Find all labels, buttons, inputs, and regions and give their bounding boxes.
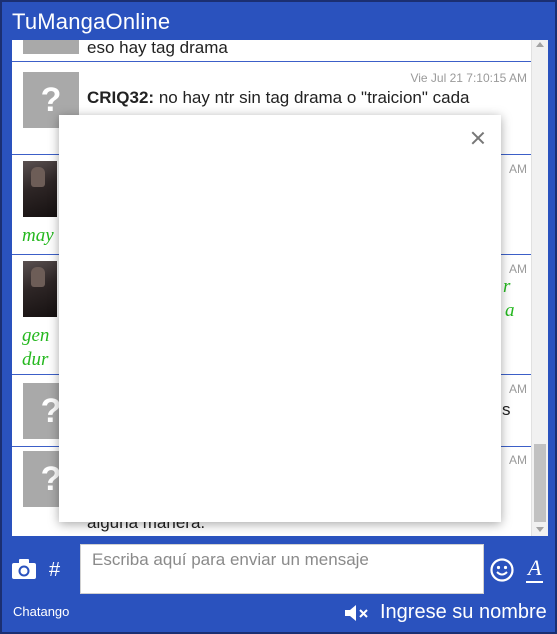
login-link[interactable]: Ingrese su nombre xyxy=(380,601,547,624)
message-author-cont: dur xyxy=(22,349,49,370)
scroll-down-arrow-icon[interactable] xyxy=(536,527,544,532)
message-text-fragment: a xyxy=(505,300,515,321)
scroll-up-arrow-icon[interactable] xyxy=(536,42,544,47)
smiley-icon[interactable] xyxy=(490,558,514,582)
message-text-fragment: r xyxy=(503,276,511,297)
message-input[interactable] xyxy=(81,545,483,593)
scroll-thumb[interactable] xyxy=(534,444,546,522)
message-input-box[interactable] xyxy=(80,544,484,594)
message-author[interactable]: gen xyxy=(22,325,49,347)
default-avatar[interactable] xyxy=(23,40,79,54)
modal-dialog xyxy=(59,115,501,522)
message-author[interactable]: may xyxy=(22,225,54,247)
app-title: TuMangaOnline xyxy=(12,9,171,34)
message-item: eso hay tag drama xyxy=(12,40,531,62)
message-timestamp: AM xyxy=(509,453,527,467)
message-text-fragment: s xyxy=(502,400,511,419)
message-timestamp: AM xyxy=(509,262,527,276)
message-author[interactable]: CRIQ32: xyxy=(87,88,154,107)
user-avatar[interactable] xyxy=(23,161,57,217)
font-style-button[interactable]: A xyxy=(528,555,541,581)
close-icon[interactable] xyxy=(469,129,487,147)
chatango-brand-link[interactable]: Chatango xyxy=(13,604,69,619)
message-text: CRIQ32: no hay ntr sin tag drama o "trai… xyxy=(87,88,470,108)
scrollbar[interactable] xyxy=(531,40,548,536)
message-timestamp: Vie Jul 21 7:10:15 AM xyxy=(410,71,527,85)
message-timestamp: AM xyxy=(509,382,527,396)
message-text: eso hay tag drama xyxy=(87,40,228,57)
chat-widget: TuMangaOnline eso hay tag drama Vie Jul … xyxy=(0,0,557,634)
font-style-underline xyxy=(526,581,543,583)
user-avatar[interactable] xyxy=(23,261,57,317)
speaker-muted-icon[interactable] xyxy=(343,602,371,624)
camera-icon[interactable] xyxy=(11,558,37,580)
message-timestamp: AM xyxy=(509,162,527,176)
hashtag-button[interactable]: # xyxy=(49,559,60,582)
message-body: no hay ntr sin tag drama o "traicion" ca… xyxy=(158,88,470,107)
